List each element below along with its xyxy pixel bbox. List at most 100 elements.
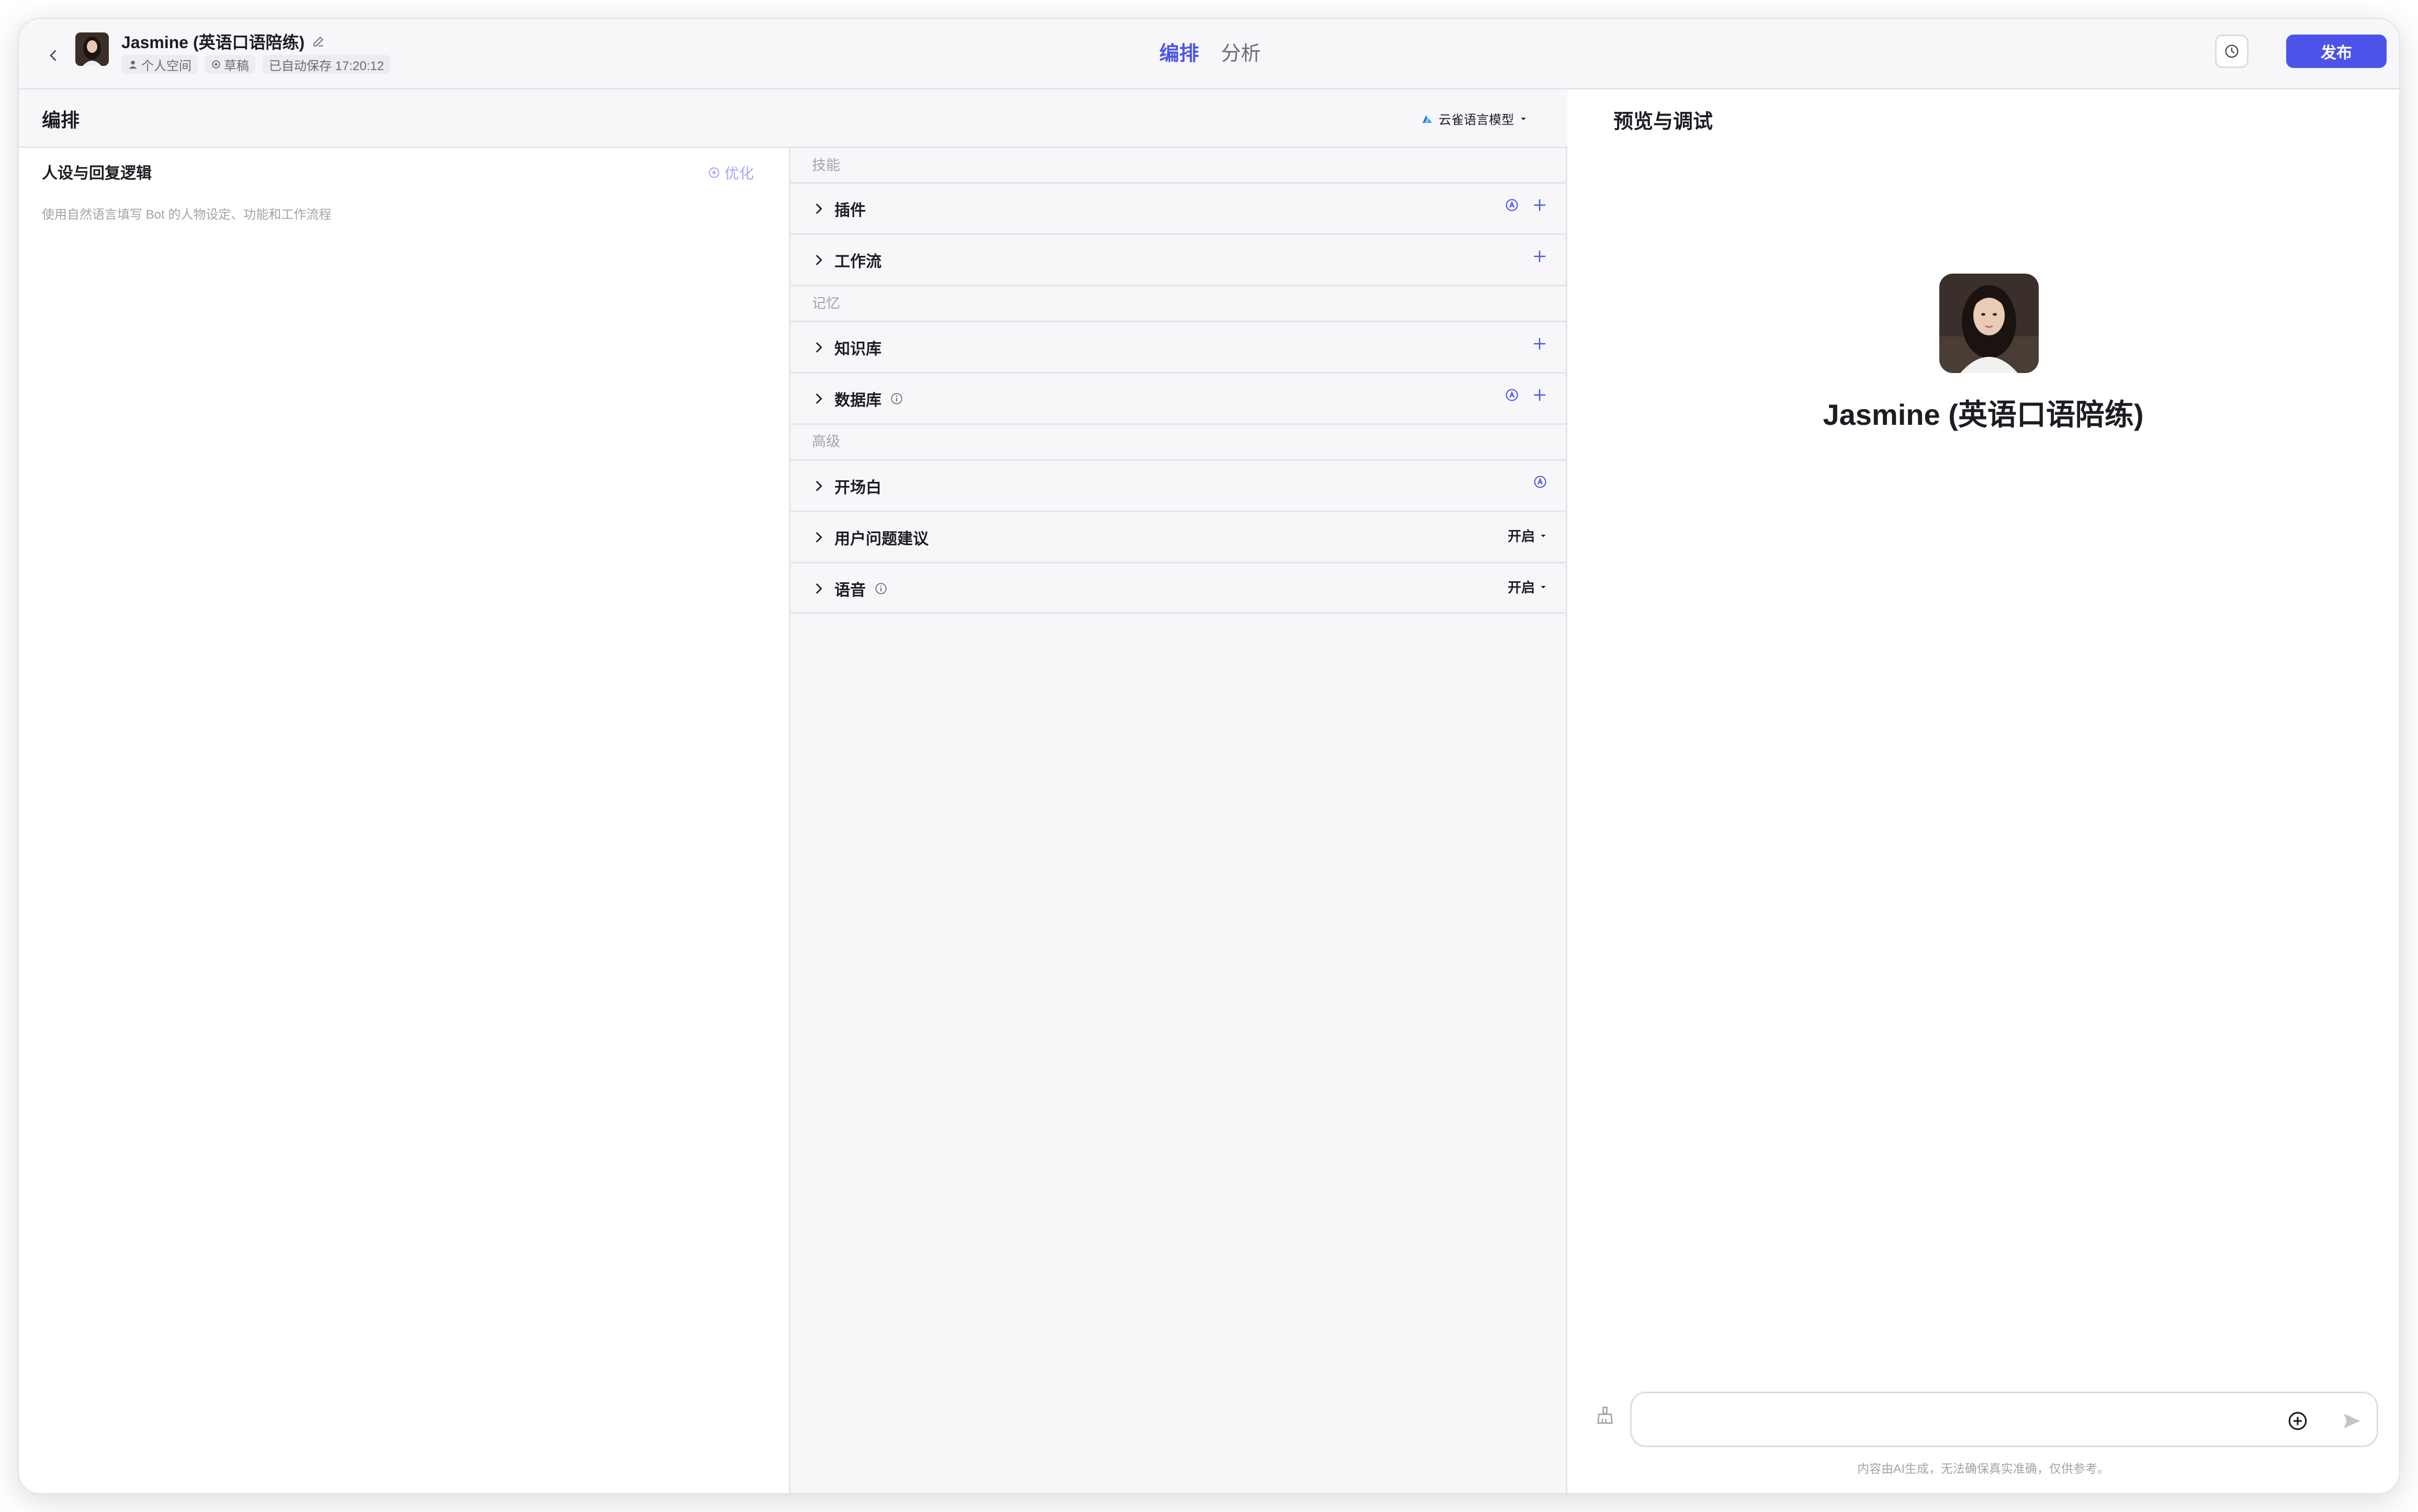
config-row-voice[interactable]: 语音 开启 [790,562,1567,612]
publish-button[interactable]: 发布 [2286,35,2387,68]
info-icon[interactable] [890,392,903,405]
auto-icon[interactable] [1533,475,1547,489]
autosave-tag: 已自动保存 17:20:12 [263,55,391,74]
edit-icon[interactable] [312,35,325,48]
status-badge: 草稿 [205,55,255,74]
chevron-right-icon[interactable] [811,201,826,216]
config-row-suggestions[interactable]: 用户问题建议 开启 [790,511,1567,561]
persona-header: 人设与回复逻辑 [42,160,774,183]
bot-meta: 个人空间 草稿 已自动保存 17:20:12 [121,54,391,74]
config-row-database[interactable]: 数据库 [790,372,1567,422]
opening-label: 开场白 [834,479,882,497]
broom-icon [1597,1406,1613,1424]
toggle-value: 开启 [1507,528,1535,544]
chat-input[interactable] [1647,1406,2275,1435]
add-icon[interactable] [1532,197,1547,213]
chevron-right-icon[interactable] [811,581,826,596]
group-divider [790,285,1567,321]
config-row-label: 语音 [834,577,888,600]
suggestions-toggle[interactable]: 开启 [1508,526,1547,545]
config-row-label: 知识库 [834,336,882,359]
config-row-label: 数据库 [834,387,903,410]
clear-chat-button[interactable] [1595,1405,1615,1426]
chevron-left-icon [50,50,57,61]
optimize-button[interactable]: 优化 [708,162,754,183]
caret-down-icon [1541,534,1546,537]
space-label: 个人空间 [141,59,191,73]
row-actions: 开启 [1508,526,1547,545]
history-button[interactable] [2215,35,2248,68]
caret-down-icon [1521,117,1526,120]
config-row-workflow[interactable]: 工作流 [790,233,1567,284]
persona-input[interactable]: 使用自然语言填写 Bot 的人物设定、功能和工作流程 [42,204,331,222]
list-bottom-divider [790,612,1567,614]
chevron-right-icon[interactable] [811,340,826,355]
arrange-section-bar: 编排 云雀语言模型 [19,89,1567,148]
config-row-opening[interactable]: 开场白 [790,459,1567,510]
config-row-label: 用户问题建议 [834,526,929,549]
history-icon [2225,44,2239,58]
workflow-label: 工作流 [834,253,882,270]
model-name: 云雀语言模型 [1439,113,1514,127]
toggle-value: 开启 [1507,580,1535,595]
suggestions-label: 用户问题建议 [834,531,929,548]
config-row-plugins[interactable]: 插件 [790,182,1567,232]
tab-analysis[interactable]: 分析 [1221,37,1261,66]
row-actions [1532,249,1547,264]
optimize-icon [709,167,719,178]
group-divider [790,423,1567,459]
row-actions [1505,387,1547,403]
chevron-right-icon[interactable] [811,530,826,545]
autosave-text: 已自动保存 17:20:12 [269,59,385,73]
row-actions: 开启 [1508,577,1547,596]
config-row-label: 工作流 [834,249,882,272]
row-actions [1505,197,1547,213]
plugins-label: 插件 [834,202,866,219]
send-icon[interactable] [2341,1410,2363,1432]
space-tag: 个人空间 [121,55,198,74]
chevron-right-icon[interactable] [811,391,826,406]
knowledge-label: 知识库 [834,341,882,358]
app-window: Jasmine (英语口语陪练) 个人空间 草稿 已自动保存 17:20:12 … [19,19,2399,1493]
bot-name: Jasmine (英语口语陪练) [121,29,325,53]
chevron-right-icon[interactable] [811,253,826,267]
add-icon[interactable] [1532,336,1547,352]
chevron-right-icon[interactable] [811,479,826,493]
caret-down-icon [1541,585,1546,589]
group-label-skills: 技能 [812,157,840,173]
database-label: 数据库 [834,392,882,409]
group-label-memory: 记忆 [812,296,840,311]
row-actions [1532,336,1547,352]
model-icon [1422,115,1432,123]
tab-arrange[interactable]: 编排 [1159,37,1199,66]
persona-title: 人设与回复逻辑 [42,165,152,182]
ai-disclaimer: 内容由AI生成，无法确保真实准确，仅供参考。 [1857,1462,2109,1475]
optimize-label: 优化 [725,165,754,182]
config-row-knowledge[interactable]: 知识库 [790,321,1567,371]
user-icon [129,60,137,69]
preview-bot-name: Jasmine (英语口语陪练) [1823,398,2144,431]
preview-bot-avatar [1939,274,2039,373]
status-label: 草稿 [224,59,249,73]
add-icon[interactable] [1532,387,1547,403]
config-row-label: 插件 [834,197,866,220]
auto-icon[interactable] [1505,198,1519,212]
add-icon[interactable] [1532,249,1547,264]
info-icon[interactable] [874,582,888,595]
add-attachment-icon[interactable] [2287,1410,2309,1432]
group-label-advanced: 高级 [812,434,840,449]
voice-toggle[interactable]: 开启 [1508,577,1547,596]
preview-title: 预览与调试 [1613,111,1713,133]
top-header: Jasmine (英语口语陪练) 个人空间 草稿 已自动保存 17:20:12 … [19,19,2399,89]
config-row-label: 开场白 [834,475,882,498]
auto-icon[interactable] [1505,388,1519,402]
top-tabs: 编排 分析 [1159,36,1261,67]
bot-avatar [75,32,109,66]
draft-icon [212,60,220,69]
model-select[interactable]: 云雀语言模型 [1421,109,1528,128]
arrange-title: 编排 [42,109,80,131]
voice-label: 语音 [834,582,866,599]
preview-pane: 预览与调试 Jasmine (英语口语陪练) 内容由AI生成，无法确保真实准确，… [1567,89,2399,1493]
persona-pane [19,89,790,1493]
back-button[interactable] [38,40,69,71]
